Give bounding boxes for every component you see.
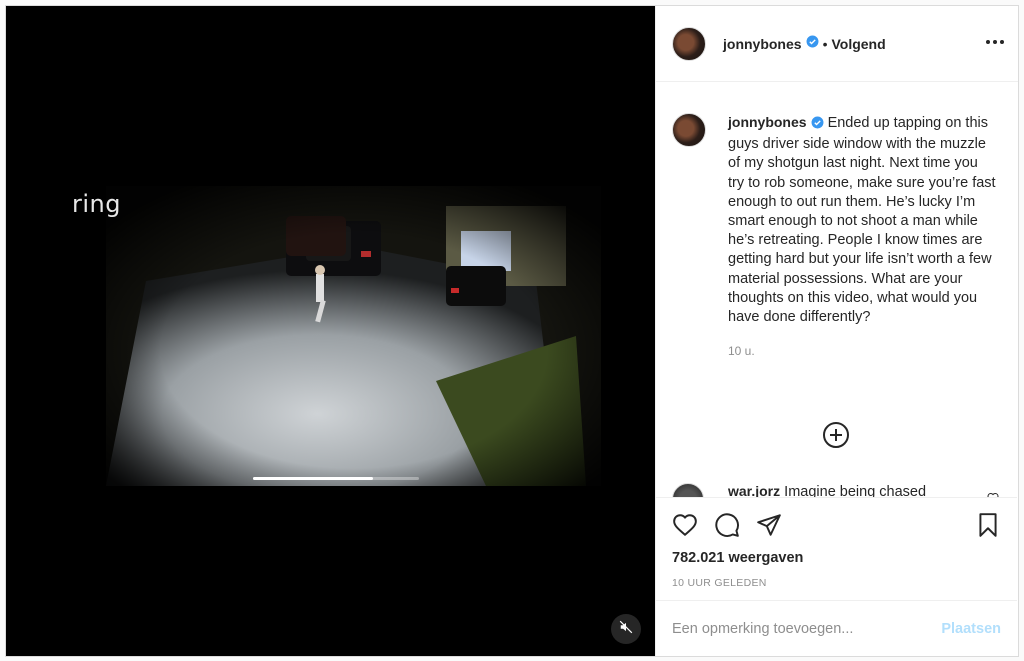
header-username[interactable]: jonnybones — [723, 36, 802, 52]
avatar[interactable] — [672, 113, 706, 147]
video-progress-fill — [253, 477, 373, 480]
action-icons-row — [672, 503, 1001, 547]
plus-circle-icon — [822, 422, 850, 453]
avatar[interactable] — [672, 483, 704, 497]
add-comment-form: Plaatsen — [656, 600, 1017, 656]
header-user-info: jonnybones • Volgend — [723, 35, 886, 53]
caption-text: Ended up tapping on this guys driver sid… — [728, 115, 996, 326]
post-header: jonnybones • Volgend — [656, 6, 1018, 82]
verified-badge-icon — [811, 116, 824, 135]
comment-text: Imagine being chased — [784, 484, 927, 497]
avatar[interactable] — [672, 26, 706, 61]
video-frame — [106, 186, 601, 486]
post-sidebar: jonnybones • Volgend jonnybones Ended up … — [655, 6, 1018, 656]
mute-button[interactable] — [611, 614, 641, 644]
post-caption: jonnybones Ended up tapping on this guys … — [656, 83, 1017, 327]
heart-icon[interactable] — [672, 512, 698, 538]
speech-bubble-icon[interactable] — [714, 512, 740, 538]
caption-timestamp[interactable]: 10 u. — [728, 344, 1017, 358]
view-count[interactable]: 782.021 weergaven — [672, 550, 1001, 566]
caption-username[interactable]: jonnybones — [728, 114, 807, 130]
load-more-comments-button[interactable] — [822, 421, 850, 449]
speaker-muted-icon — [619, 620, 633, 639]
comment-body: war.jorz Imagine being chased — [728, 483, 926, 497]
ring-watermark: ring — [72, 190, 121, 218]
more-options-button[interactable] — [986, 40, 1004, 44]
paper-plane-icon[interactable] — [756, 512, 782, 538]
comment-input[interactable] — [672, 620, 942, 637]
post-timestamp[interactable]: 10 UUR GELEDEN — [672, 577, 1001, 589]
verified-badge-icon — [806, 35, 819, 53]
video-player[interactable]: ring — [6, 6, 655, 656]
header-separator: • — [822, 35, 828, 52]
video-progress-bar[interactable] — [253, 477, 419, 480]
post-comment-button[interactable]: Plaatsen — [941, 621, 1001, 637]
comment-username[interactable]: war.jorz — [728, 483, 780, 497]
comment-item: war.jorz Imagine being chased — [672, 483, 1002, 497]
more-dots-icon — [986, 40, 990, 44]
bookmark-icon[interactable] — [975, 512, 1001, 538]
follow-status-button[interactable]: Volgend — [831, 36, 885, 52]
post-actions: 782.021 weergaven 10 UUR GELEDEN — [656, 497, 1017, 589]
comments-section: jonnybones Ended up tapping on this guys … — [656, 83, 1017, 497]
instagram-post: ring jonnybones • Volgend jonnybones End… — [5, 5, 1019, 657]
caption-body: jonnybones Ended up tapping on this guys … — [728, 113, 996, 327]
